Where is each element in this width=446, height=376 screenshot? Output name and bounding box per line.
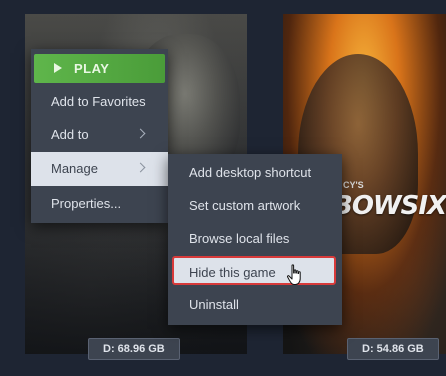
submenu-item-label: Add desktop shortcut <box>189 165 312 180</box>
submenu-item-label: Uninstall <box>189 297 239 312</box>
submenu-item-uninstall[interactable]: Uninstall <box>168 288 342 321</box>
play-label: PLAY <box>74 61 110 76</box>
hand-pointer-icon <box>286 264 301 285</box>
submenu-item-add-desktop-shortcut[interactable]: Add desktop shortcut <box>168 156 342 189</box>
play-button[interactable]: PLAY <box>34 54 165 83</box>
game-logo: BOWSIXSIE <box>333 191 446 221</box>
game-logo-prefix: CY'S <box>343 180 364 190</box>
play-triangle-icon <box>54 63 62 73</box>
submenu-item-label: Hide this game <box>189 265 276 280</box>
menu-item-label: Manage <box>51 161 98 176</box>
menu-item-add-to[interactable]: Add to <box>31 118 168 151</box>
menu-item-label: Properties... <box>51 196 122 211</box>
install-size-badge: D: 54.86 GB <box>347 338 439 360</box>
menu-item-manage[interactable]: Manage <box>31 152 168 186</box>
submenu-item-set-custom-artwork[interactable]: Set custom artwork <box>168 189 342 222</box>
menu-item-add-to-favorites[interactable]: Add to Favorites <box>31 85 168 118</box>
chevron-right-icon <box>135 128 146 139</box>
menu-item-label: Add to <box>51 127 89 142</box>
submenu-item-label: Browse local files <box>189 231 290 246</box>
submenu-item-label: Set custom artwork <box>189 198 301 213</box>
submenu-item-browse-local-files[interactable]: Browse local files <box>168 222 342 255</box>
chevron-right-icon <box>135 162 146 173</box>
menu-item-properties[interactable]: Properties... <box>31 187 168 220</box>
install-size-badge: D: 68.96 GB <box>88 338 180 360</box>
game-logo-text: BOWSIXSI <box>333 191 446 221</box>
library-view: CY'S BOWSIXSIE D: 68.96 GB D: 54.86 GB P… <box>0 0 446 376</box>
game-context-menu: PLAY Add to Favorites Add to Manage Prop… <box>31 49 168 223</box>
manage-submenu: Add desktop shortcut Set custom artwork … <box>168 154 342 325</box>
menu-item-label: Add to Favorites <box>51 94 146 109</box>
submenu-item-hide-this-game[interactable]: Hide this game <box>172 256 336 285</box>
